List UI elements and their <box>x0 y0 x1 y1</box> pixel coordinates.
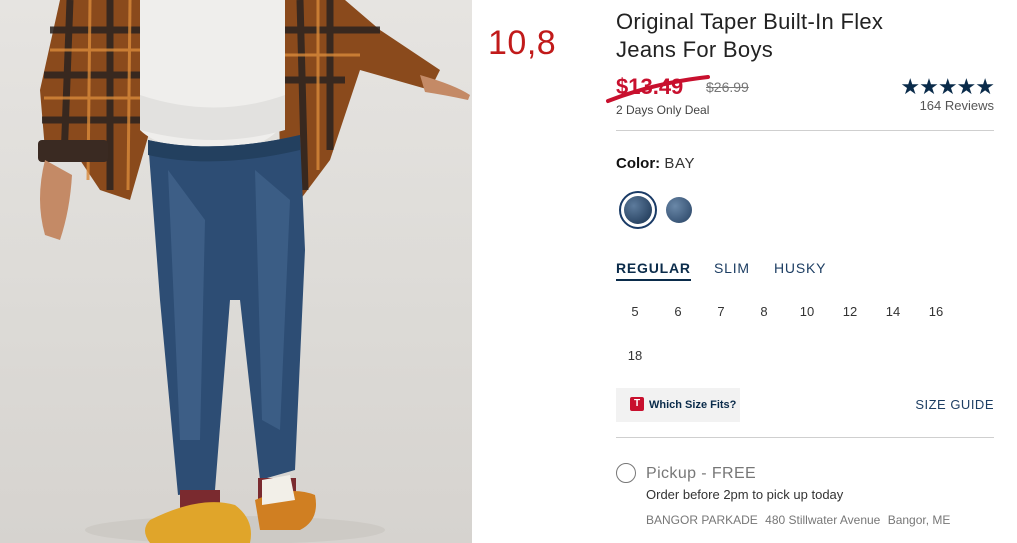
size-option[interactable]: 14 <box>875 304 911 319</box>
pickup-store: BANGOR PARKADE 480 Stillwater Avenue Ban… <box>646 513 954 527</box>
size-option[interactable]: 6 <box>660 304 696 319</box>
swatch-fill <box>624 196 652 224</box>
deal-label: 2 Days Only Deal <box>616 103 710 117</box>
size-finder-label: Which Size Fits? <box>649 399 737 411</box>
product-details-panel: Original Taper Built-In Flex Jeans For B… <box>606 0 995 543</box>
size-option[interactable]: 12 <box>832 304 868 319</box>
color-label: Color: <box>616 155 661 172</box>
product-title-line-1: Original Taper Built-In Flex <box>616 9 884 34</box>
color-value: BAY <box>664 155 696 172</box>
size-option[interactable]: 7 <box>703 304 739 319</box>
product-title: Original Taper Built-In Flex Jeans For B… <box>616 8 986 64</box>
divider <box>616 130 994 131</box>
price-annotation: 10,8 <box>488 24 557 62</box>
size-option[interactable]: 16 <box>918 304 954 319</box>
size-option[interactable]: 5 <box>617 304 653 319</box>
size-option[interactable]: 8 <box>746 304 782 319</box>
color-swatch-dark-wash[interactable] <box>666 197 692 223</box>
size-option[interactable]: 18 <box>617 348 653 363</box>
pickup-note: Order before 2pm to pick up today <box>646 487 844 502</box>
divider <box>616 437 994 438</box>
product-image <box>0 0 472 543</box>
tab-fit-regular[interactable]: REGULAR <box>616 260 691 281</box>
reviews-link[interactable]: 164 Reviews <box>920 98 994 113</box>
size-option[interactable]: 10 <box>789 304 825 319</box>
color-swatch-bay-selected[interactable] <box>619 191 657 229</box>
rating-stars-icon[interactable]: ★★★★★ <box>900 74 995 100</box>
size-finder-logo-icon: T <box>630 397 644 411</box>
size-guide-link[interactable]: SIZE GUIDE <box>915 397 994 412</box>
store-name: BANGOR PARKADE <box>646 513 758 527</box>
which-size-fits-button[interactable]: T Which Size Fits? <box>616 388 740 422</box>
tab-fit-slim[interactable]: SLIM <box>714 260 750 276</box>
store-city: Bangor, ME <box>887 513 951 527</box>
product-title-line-2: Jeans For Boys <box>616 37 774 62</box>
original-price: $26.99 <box>706 79 749 95</box>
pickup-title[interactable]: Pickup - FREE <box>646 465 756 483</box>
color-row: Color: BAY <box>616 155 695 172</box>
store-address: 480 Stillwater Avenue <box>765 513 881 527</box>
tab-fit-husky[interactable]: HUSKY <box>774 260 826 276</box>
pickup-radio[interactable] <box>616 463 636 483</box>
